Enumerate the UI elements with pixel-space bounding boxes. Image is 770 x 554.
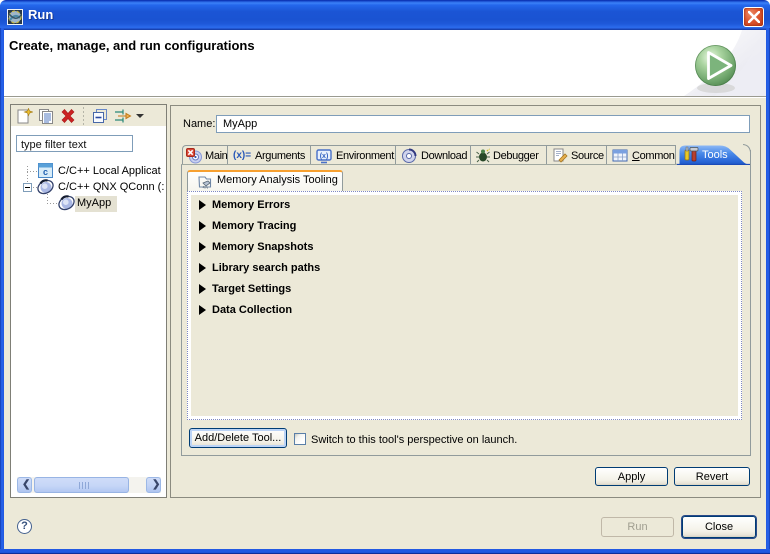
- svg-text:c: c: [43, 167, 48, 177]
- svg-text:(x): (x): [320, 153, 329, 160]
